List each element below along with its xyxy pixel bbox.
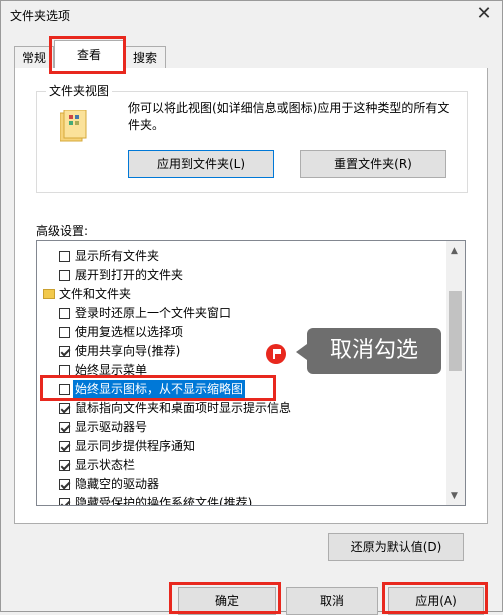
vertical-scrollbar[interactable] xyxy=(446,241,465,505)
list-item-label: 显示状态栏 xyxy=(75,458,136,472)
scroll-down-icon[interactable]: ▼ xyxy=(451,491,458,501)
list-item-label: 显示驱动器号 xyxy=(75,420,148,434)
list-item-label: 显示同步提供程序通知 xyxy=(75,439,196,453)
checkbox[interactable] xyxy=(59,251,70,262)
list-item-label: 文件和文件夹 xyxy=(59,287,132,301)
folder-icon xyxy=(43,289,55,299)
checkbox[interactable] xyxy=(59,403,70,414)
tab-search[interactable]: 搜索 xyxy=(124,46,166,69)
apply-to-folders-button[interactable]: 应用到文件夹(L) xyxy=(128,150,274,178)
list-item-label: 显示所有文件夹 xyxy=(75,249,160,263)
folder-views-description: 你可以将此视图(如详细信息或图标)应用于这种类型的所有文件夹。 xyxy=(128,101,450,132)
list-item-label: 隐藏受保护的操作系统文件(推荐) xyxy=(75,496,253,506)
window-title: 文件夹选项 xyxy=(10,9,71,23)
checkbox[interactable] xyxy=(59,270,70,281)
folder-views-title: 文件夹视图 xyxy=(46,82,113,99)
highlight-tab-view xyxy=(49,36,126,74)
scrollbar-thumb[interactable] xyxy=(449,291,462,371)
list-item-label: 登录时还原上一个文件夹窗口 xyxy=(75,306,232,320)
list-item-label: 隐藏空的驱动器 xyxy=(75,477,160,491)
annotation-tooltip: 取消勾选 xyxy=(307,328,441,374)
checkbox[interactable] xyxy=(59,460,70,471)
list-item-label: 使用复选框以选择项 xyxy=(75,325,184,339)
list-item-label: 展开到打开的文件夹 xyxy=(75,268,184,282)
list-item-label: 鼠标指向文件夹和桌面项时显示提示信息 xyxy=(75,401,292,415)
checkbox[interactable] xyxy=(59,498,70,505)
checkbox[interactable] xyxy=(59,479,70,490)
checkbox[interactable] xyxy=(59,422,70,433)
highlight-ok-button xyxy=(169,582,281,614)
restore-defaults-button[interactable]: 还原为默认值(D) xyxy=(328,533,464,561)
tooltip-arrow xyxy=(296,344,307,360)
checkbox[interactable] xyxy=(59,308,70,319)
checkbox[interactable] xyxy=(59,346,70,357)
list-item-label: 使用共享向导(推荐) xyxy=(75,344,181,358)
cancel-button[interactable]: 取消 xyxy=(286,587,378,615)
flag-icon xyxy=(266,344,286,364)
folder-view-icon xyxy=(59,109,90,146)
checkbox[interactable] xyxy=(59,441,70,452)
advanced-settings-label: 高级设置: xyxy=(36,224,89,238)
highlight-apply-button xyxy=(382,582,488,614)
reset-folders-button[interactable]: 重置文件夹(R) xyxy=(300,150,446,178)
checkbox[interactable] xyxy=(59,327,70,338)
scroll-up-icon[interactable]: ▲ xyxy=(451,246,458,256)
close-icon[interactable]: ✕ xyxy=(472,3,496,25)
tab-general[interactable]: 常规 xyxy=(14,46,54,69)
highlight-selected-item xyxy=(40,375,276,401)
